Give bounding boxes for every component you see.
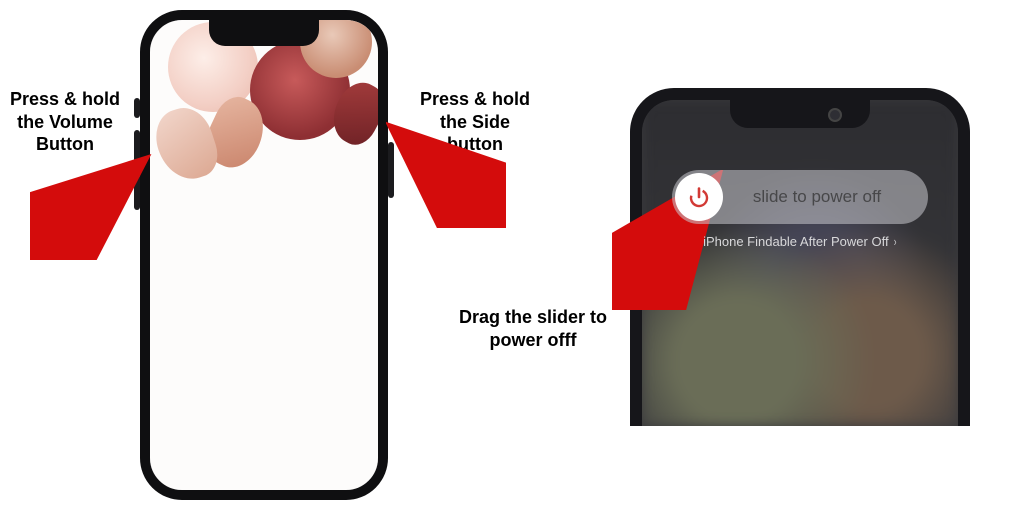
arrow-to-side-button (386, 118, 506, 228)
phone-screen (150, 20, 378, 490)
power-off-slider-label: slide to power off (726, 187, 928, 207)
drag-slider-instruction: Drag the slider to power offf (438, 306, 628, 351)
power-off-slider-knob[interactable] (675, 173, 723, 221)
display-notch (730, 100, 870, 128)
iphone-front-illustration (140, 10, 388, 500)
findable-after-power-off-link[interactable]: iPhone Findable After Power Off › (642, 234, 958, 249)
power-icon (687, 185, 711, 209)
display-notch (209, 20, 319, 46)
front-camera (828, 108, 842, 122)
volume-button-instruction: Press & hold the Volume Button (0, 88, 130, 156)
power-off-slider[interactable]: slide to power off (672, 170, 928, 224)
phone-frame (140, 10, 388, 500)
chevron-right-icon: › (893, 234, 896, 249)
findable-label: iPhone Findable After Power Off (703, 234, 888, 249)
arrow-to-volume-button (30, 150, 160, 260)
